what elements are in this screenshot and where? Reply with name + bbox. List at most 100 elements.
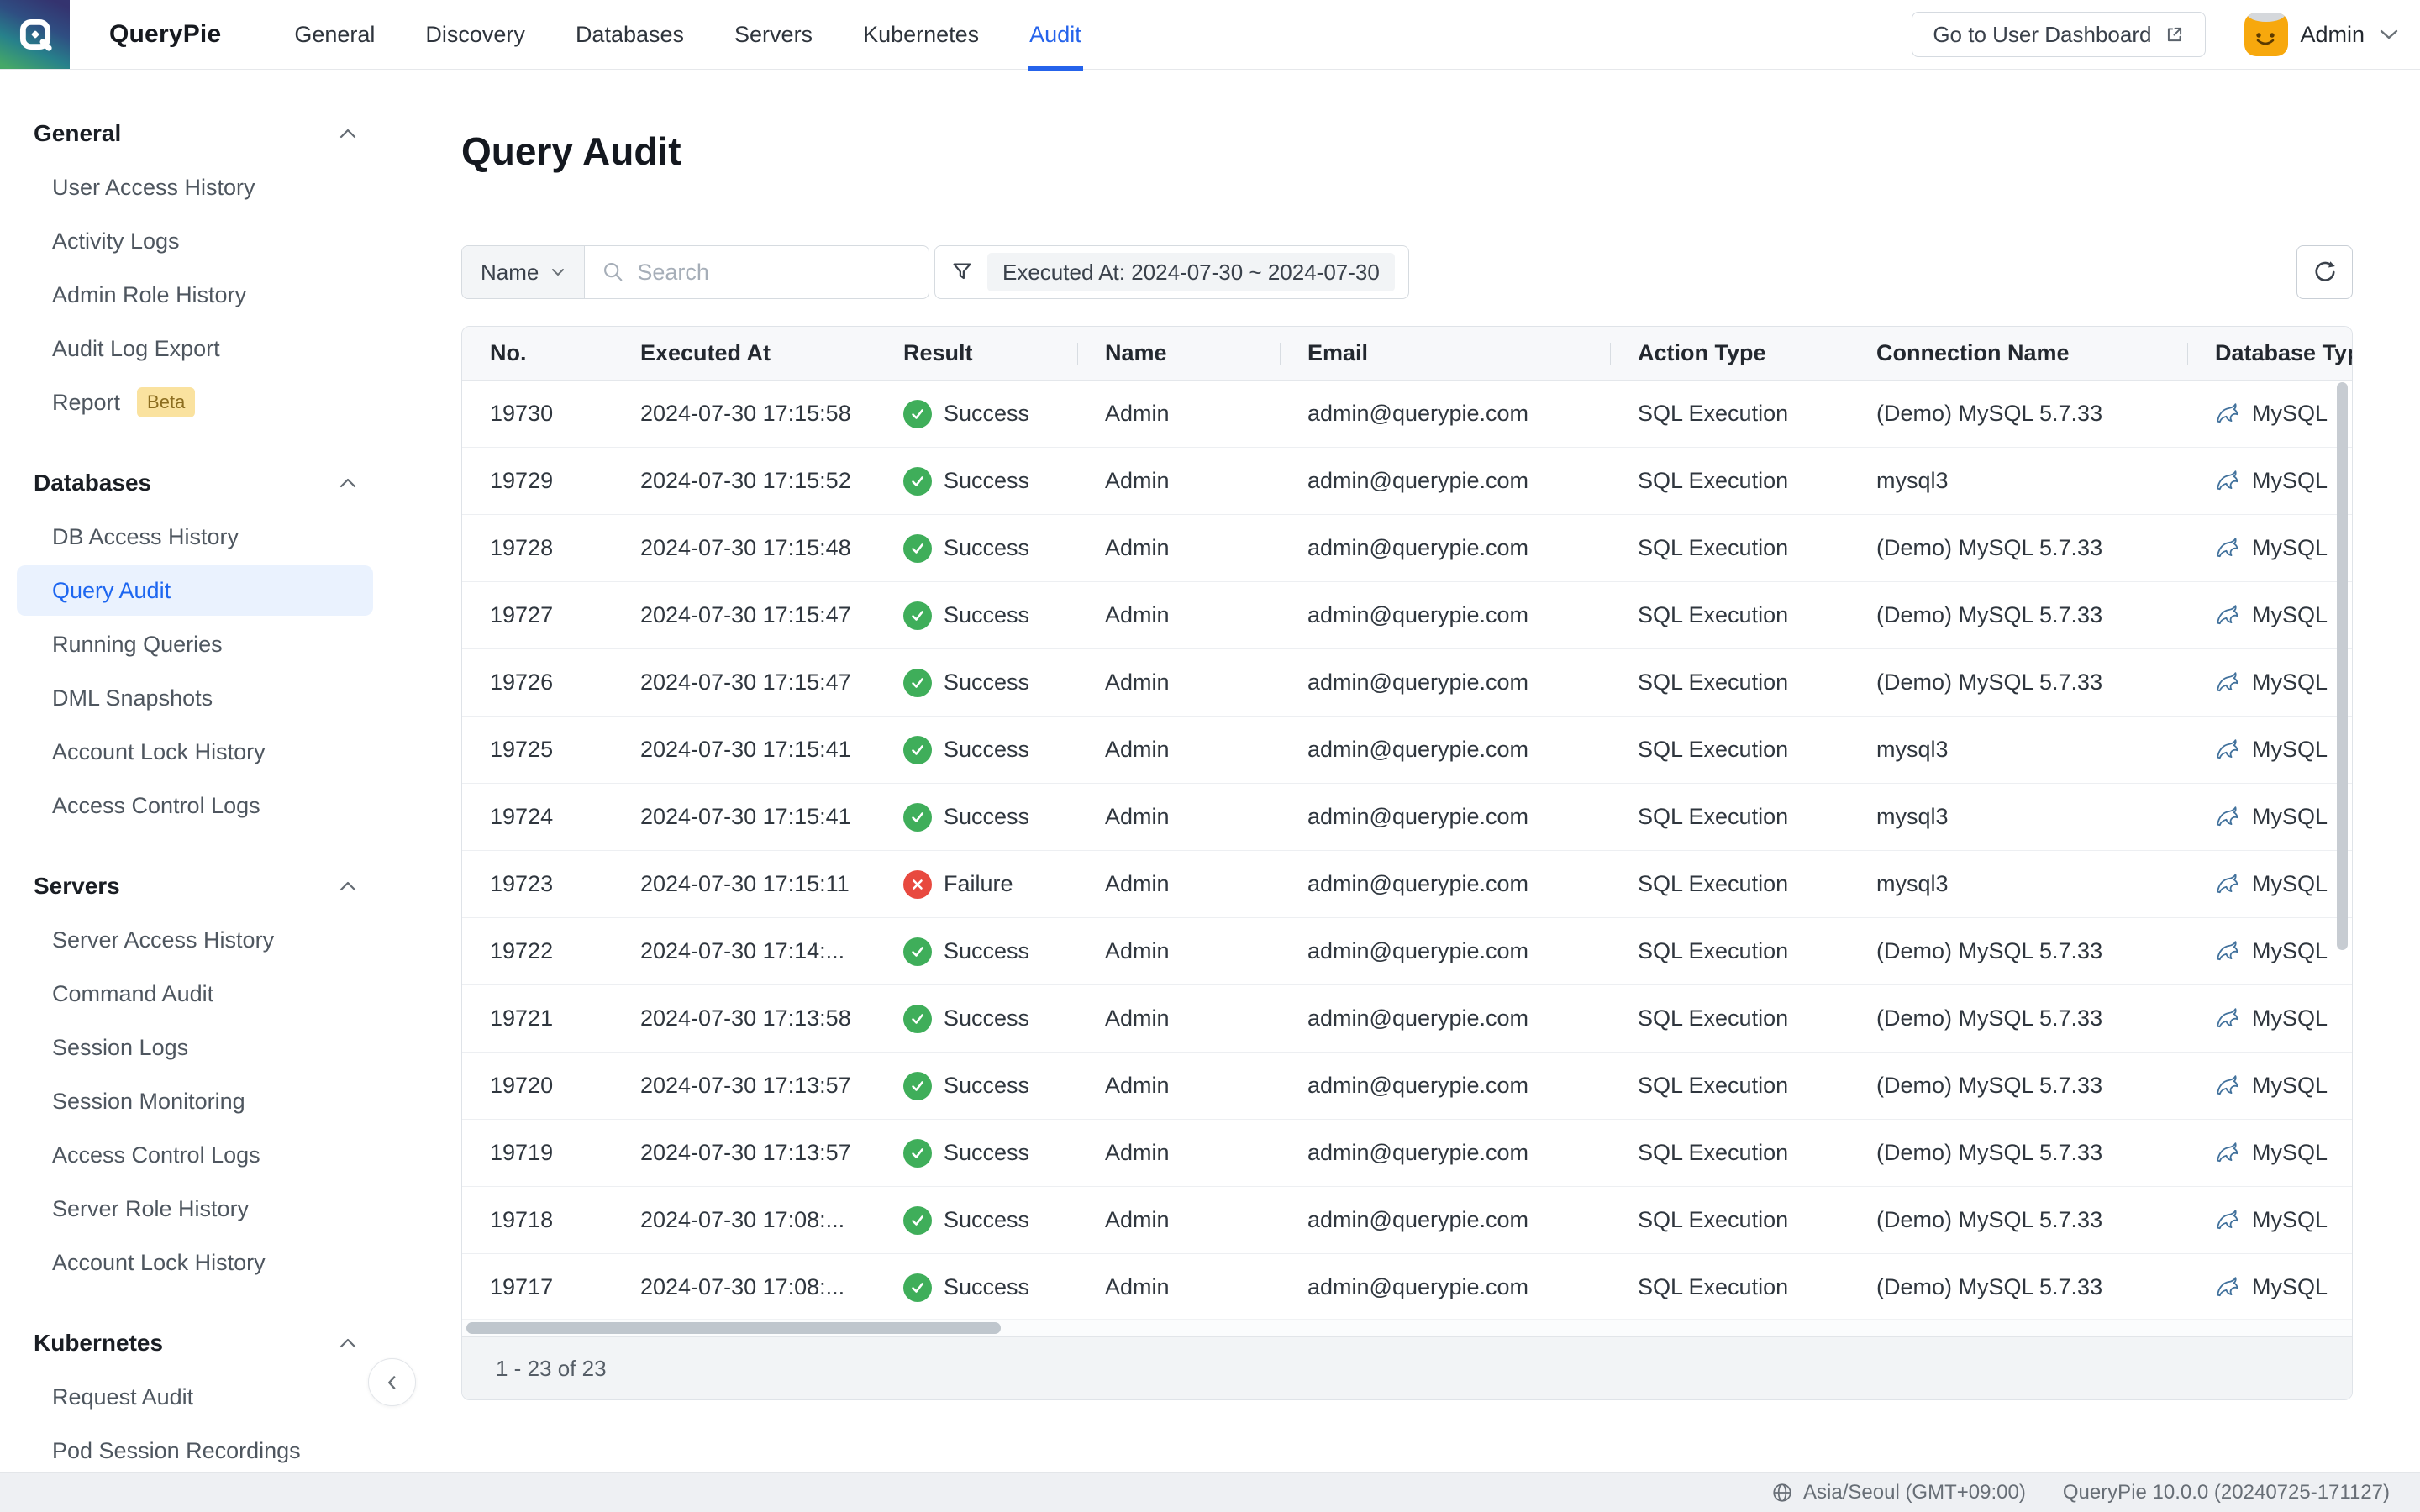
nav-item-audit[interactable]: Audit [1029,0,1081,70]
column-header-email[interactable]: Email [1280,327,1610,380]
sidebar-item-session-monitoring[interactable]: Session Monitoring [0,1074,392,1128]
status-icon [903,669,932,697]
column-header-executed-at[interactable]: Executed At [613,327,876,380]
table-row[interactable]: 19727 2024-07-30 17:15:47 Success Admin … [462,582,2352,649]
status-icon [903,467,932,496]
vertical-scrollbar[interactable] [2337,382,2348,950]
sidebar-section-header[interactable]: Databases [0,456,392,510]
cell-result: Success [876,448,1077,514]
mysql-dolphin-icon [2215,470,2240,493]
page-title: Query Audit [461,129,681,174]
status-icon [903,937,932,966]
nav-item-databases[interactable]: Databases [576,0,684,70]
table-row[interactable]: 19719 2024-07-30 17:13:57 Success Admin … [462,1120,2352,1187]
column-header-database-type[interactable]: Database Type [2187,327,2352,380]
table-row[interactable]: 19728 2024-07-30 17:15:48 Success Admin … [462,515,2352,582]
mysql-dolphin-icon [2215,940,2240,963]
cell-email: admin@querypie.com [1280,649,1610,716]
table-row[interactable]: 19725 2024-07-30 17:15:41 Success Admin … [462,717,2352,784]
horizontal-scrollbar-track[interactable] [462,1319,2352,1336]
cell-connection-name: (Demo) MySQL 5.7.33 [1849,582,2187,648]
status-icon [903,400,932,428]
cell-executed-at: 2024-07-30 17:13:58 [613,985,876,1052]
main-content: Query Audit Name [393,70,2420,1472]
cell-connection-name: (Demo) MySQL 5.7.33 [1849,515,2187,581]
cell-no: 19728 [462,515,613,581]
column-header-connection-name[interactable]: Connection Name [1849,327,2187,380]
cell-name: Admin [1077,649,1280,716]
cell-executed-at: 2024-07-30 17:08:... [613,1254,876,1320]
column-header-action-type[interactable]: Action Type [1610,327,1849,380]
sidebar-item-query-audit[interactable]: Query Audit [17,565,373,616]
horizontal-scrollbar-thumb[interactable] [466,1322,1001,1334]
sidebar-item-pod-session-recordings[interactable]: Pod Session Recordings [0,1424,392,1472]
sidebar-item-activity-logs[interactable]: Activity Logs [0,214,392,268]
cell-name: Admin [1077,1120,1280,1186]
date-filter-box[interactable]: Executed At: 2024-07-30 ~ 2024-07-30 [934,245,1409,299]
nav-item-discovery[interactable]: Discovery [425,0,525,70]
cell-result: Success [876,1053,1077,1119]
cell-result: Success [876,1254,1077,1320]
table-row[interactable]: 19722 2024-07-30 17:14:... Success Admin… [462,918,2352,985]
timezone-indicator[interactable]: Asia/Seoul (GMT+09:00) [1771,1481,2026,1504]
executed-at-filter-chip[interactable]: Executed At: 2024-07-30 ~ 2024-07-30 [987,253,1395,291]
chevron-down-icon[interactable] [2378,28,2400,41]
cell-connection-name: (Demo) MySQL 5.7.33 [1849,1187,2187,1253]
sidebar-item-server-role-history[interactable]: Server Role History [0,1182,392,1236]
table-row[interactable]: 19720 2024-07-30 17:13:57 Success Admin … [462,1053,2352,1120]
sidebar-item-account-lock-history[interactable]: Account Lock History [0,725,392,779]
cell-name: Admin [1077,717,1280,783]
column-header-result[interactable]: Result [876,327,1077,380]
querypie-logo-icon[interactable] [0,0,70,69]
sidebar-section-header[interactable]: Kubernetes [0,1316,392,1370]
user-name-label[interactable]: Admin [2300,22,2365,48]
table-row[interactable]: 19718 2024-07-30 17:08:... Success Admin… [462,1187,2352,1254]
table-row[interactable]: 19724 2024-07-30 17:15:41 Success Admin … [462,784,2352,851]
go-to-user-dashboard-button[interactable]: Go to User Dashboard [1912,12,2206,57]
table-row[interactable]: 19723 2024-07-30 17:15:11 Failure Admin … [462,851,2352,918]
avatar[interactable] [2244,13,2288,56]
status-icon [903,803,932,832]
cell-executed-at: 2024-07-30 17:08:... [613,1187,876,1253]
sidebar-item-dml-snapshots[interactable]: DML Snapshots [0,671,392,725]
table-body: 19730 2024-07-30 17:15:58 Success Admin … [462,381,2352,1321]
sidebar-item-access-control-logs[interactable]: Access Control Logs [0,779,392,832]
nav-item-general[interactable]: General [294,0,375,70]
table-row[interactable]: 19721 2024-07-30 17:13:58 Success Admin … [462,985,2352,1053]
nav-item-servers[interactable]: Servers [734,0,813,70]
cell-name: Admin [1077,1254,1280,1320]
sidebar-item-audit-log-export[interactable]: Audit Log Export [0,322,392,375]
status-icon [903,736,932,764]
cell-action-type: SQL Execution [1610,1120,1849,1186]
cell-result: Success [876,1187,1077,1253]
column-header-name[interactable]: Name [1077,327,1280,380]
sidebar-item-server-access-history[interactable]: Server Access History [0,913,392,967]
cell-no: 19723 [462,851,613,917]
cell-action-type: SQL Execution [1610,448,1849,514]
sidebar-collapse-button[interactable] [368,1358,416,1406]
search-field-select[interactable]: Name [462,246,585,298]
status-icon [903,1072,932,1100]
sidebar-item-session-logs[interactable]: Session Logs [0,1021,392,1074]
sidebar-item-user-access-history[interactable]: User Access History [0,160,392,214]
table-row[interactable]: 19726 2024-07-30 17:15:47 Success Admin … [462,649,2352,717]
sidebar-item-account-lock-history[interactable]: Account Lock History [0,1236,392,1289]
sidebar-item-access-control-logs[interactable]: Access Control Logs [0,1128,392,1182]
sidebar-item-running-queries[interactable]: Running Queries [0,617,392,671]
cell-result: Success [876,649,1077,716]
table-row[interactable]: 19730 2024-07-30 17:15:58 Success Admin … [462,381,2352,448]
table-row[interactable]: 19729 2024-07-30 17:15:52 Success Admin … [462,448,2352,515]
sidebar-item-db-access-history[interactable]: DB Access History [0,510,392,564]
global-footer: Asia/Seoul (GMT+09:00) QueryPie 10.0.0 (… [0,1472,2420,1512]
table-row[interactable]: 19717 2024-07-30 17:08:... Success Admin… [462,1254,2352,1321]
sidebar-item-admin-role-history[interactable]: Admin Role History [0,268,392,322]
search-input[interactable] [637,260,912,286]
sidebar-item-request-audit[interactable]: Request Audit [0,1370,392,1424]
refresh-button[interactable] [2296,245,2353,299]
nav-item-kubernetes[interactable]: Kubernetes [863,0,979,70]
sidebar-section-header[interactable]: Servers [0,859,392,913]
sidebar-item-report[interactable]: Report Beta [0,375,392,429]
sidebar-section-header[interactable]: General [0,107,392,160]
column-header-no[interactable]: No. [462,327,613,380]
sidebar-item-command-audit[interactable]: Command Audit [0,967,392,1021]
